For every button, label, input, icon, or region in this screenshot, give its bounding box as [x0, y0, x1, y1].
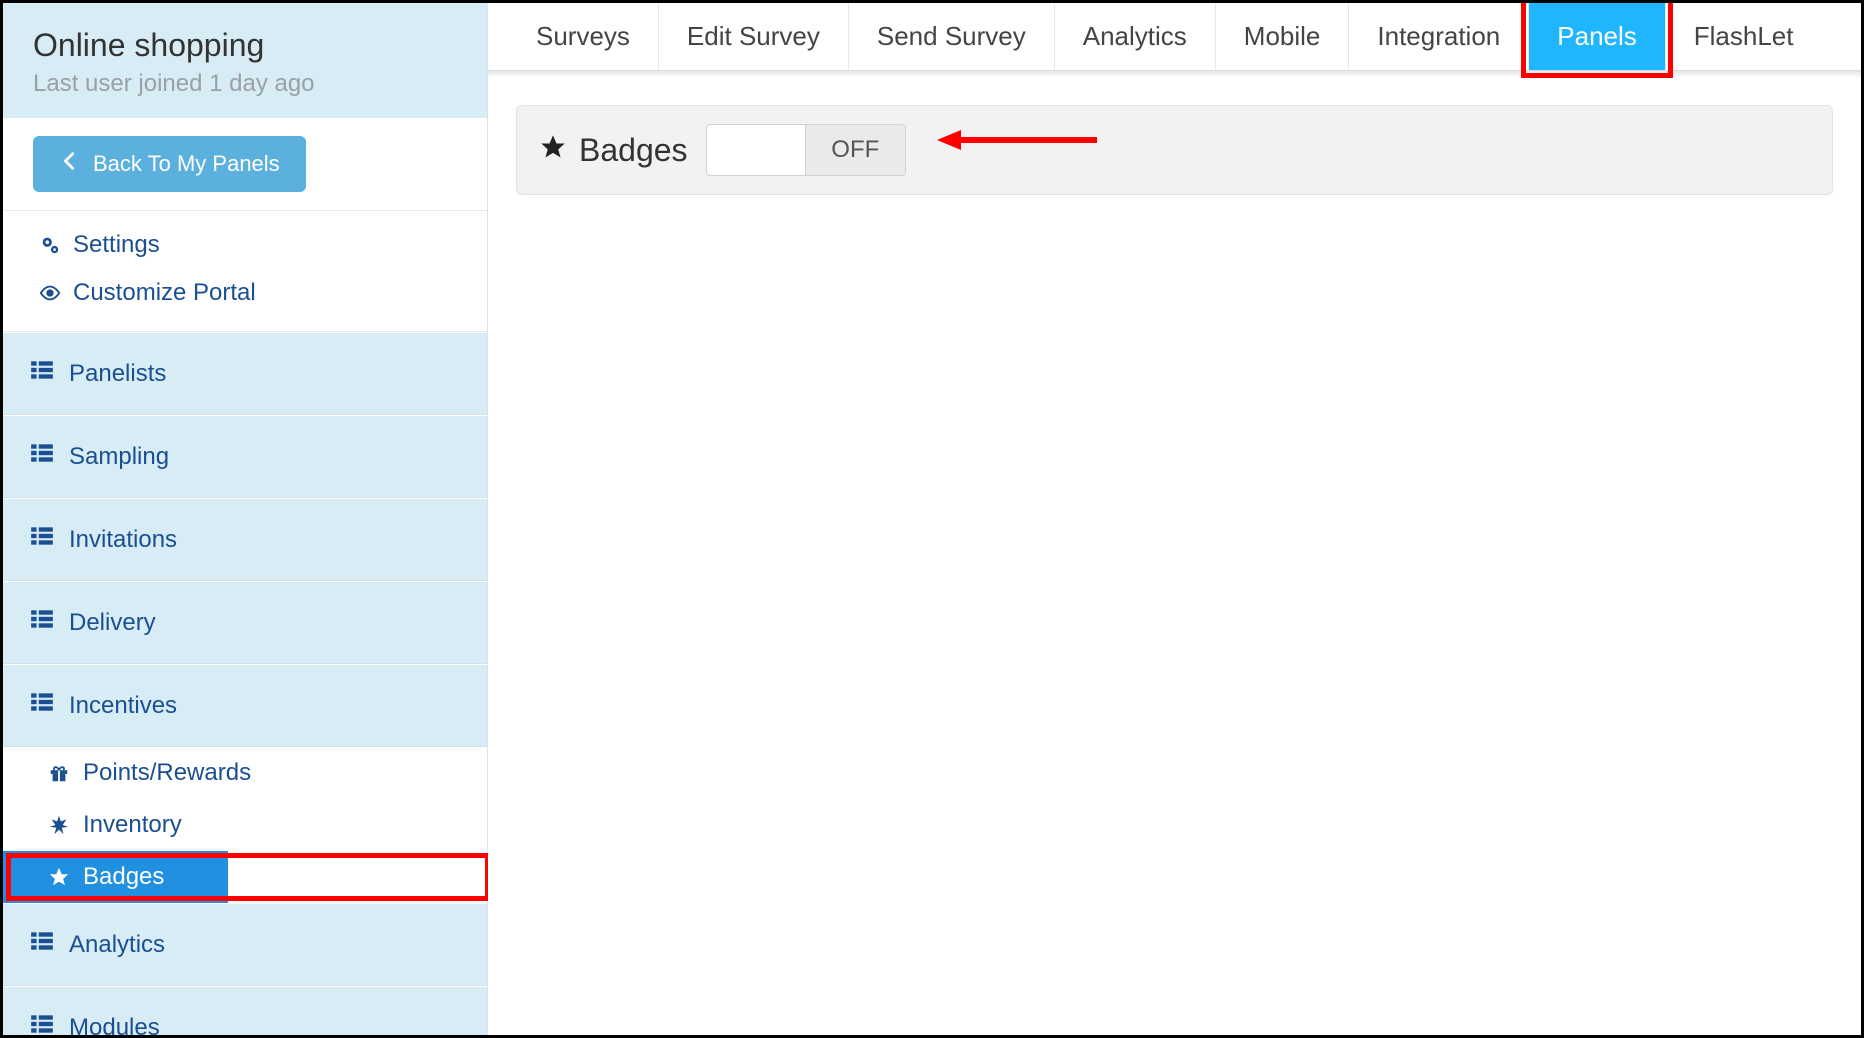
- list-icon: [29, 606, 55, 639]
- sidebar-sub-inventory[interactable]: Inventory: [3, 799, 487, 851]
- sidebar-group-sampling[interactable]: Sampling: [3, 415, 487, 498]
- burst-icon: [47, 814, 71, 836]
- customize-portal-label: Customize Portal: [73, 279, 256, 307]
- sidebar-group-analytics[interactable]: Analytics: [3, 903, 487, 986]
- list-icon: [29, 523, 55, 556]
- star-icon: [539, 132, 567, 169]
- list-icon: [29, 928, 55, 961]
- sidebar-group-panelists[interactable]: Panelists: [3, 332, 487, 415]
- toggle-off-label: OFF: [831, 136, 879, 164]
- back-to-panels-button[interactable]: Back To My Panels: [33, 136, 306, 192]
- sidebar-item-customize-portal[interactable]: Customize Portal: [3, 269, 487, 317]
- tab-integration[interactable]: Integration: [1349, 3, 1529, 70]
- top-tabs: Surveys Edit Survey Send Survey Analytic…: [488, 3, 1861, 71]
- tab-mobile[interactable]: Mobile: [1216, 3, 1350, 70]
- main: Surveys Edit Survey Send Survey Analytic…: [488, 3, 1861, 1035]
- tab-edit-survey[interactable]: Edit Survey: [659, 3, 849, 70]
- tab-panels[interactable]: Panels: [1529, 3, 1666, 70]
- tab-analytics[interactable]: Analytics: [1055, 3, 1216, 70]
- sidebar-group-modules[interactable]: Modules: [3, 986, 487, 1038]
- group-label: Invitations: [69, 526, 177, 554]
- sidebar-header: Online shopping Last user joined 1 day a…: [3, 3, 487, 118]
- group-label: Delivery: [69, 609, 156, 637]
- list-icon: [29, 689, 55, 722]
- tab-label: Send Survey: [877, 21, 1026, 52]
- back-button-row: Back To My Panels: [3, 118, 487, 211]
- tab-surveys[interactable]: Surveys: [508, 3, 659, 70]
- incentives-subnav: Points/Rewards Inventory Badges: [3, 747, 487, 903]
- star-icon: [47, 866, 71, 888]
- app-frame: Online shopping Last user joined 1 day a…: [0, 0, 1864, 1038]
- sub-label: Points/Rewards: [83, 759, 251, 787]
- panel-subtitle: Last user joined 1 day ago: [33, 70, 457, 98]
- toggle-on-half: [707, 125, 806, 175]
- group-label: Sampling: [69, 443, 169, 471]
- tab-flashlet[interactable]: FlashLet: [1666, 3, 1822, 70]
- tab-label: FlashLet: [1694, 21, 1794, 52]
- chevron-left-icon: [59, 150, 81, 178]
- back-button-label: Back To My Panels: [93, 151, 280, 177]
- badges-title: Badges: [539, 132, 688, 169]
- list-icon: [29, 1011, 55, 1038]
- group-label: Panelists: [69, 360, 166, 388]
- settings-label: Settings: [73, 231, 160, 259]
- badges-toggle[interactable]: OFF: [706, 124, 906, 176]
- tab-label: Panels: [1557, 21, 1637, 52]
- tab-label: Surveys: [536, 21, 630, 52]
- sidebar-item-settings[interactable]: Settings: [3, 221, 487, 269]
- tab-label: Integration: [1377, 21, 1500, 52]
- gears-icon: [37, 234, 63, 256]
- sidebar: Online shopping Last user joined 1 day a…: [3, 3, 488, 1035]
- group-label: Modules: [69, 1014, 160, 1038]
- sub-label: Badges: [83, 863, 164, 891]
- sidebar-group-delivery[interactable]: Delivery: [3, 581, 487, 664]
- sidebar-sub-badges-highlight: Badges: [3, 851, 487, 903]
- list-icon: [29, 440, 55, 473]
- content-area: Badges OFF: [488, 77, 1861, 223]
- sidebar-sub-badges[interactable]: Badges: [3, 851, 228, 903]
- tab-label: Mobile: [1244, 21, 1321, 52]
- eye-icon: [37, 282, 63, 304]
- tab-send-survey[interactable]: Send Survey: [849, 3, 1055, 70]
- sidebar-sub-points-rewards[interactable]: Points/Rewards: [3, 747, 487, 799]
- gift-icon: [47, 762, 71, 784]
- badges-panel-bar: Badges OFF: [516, 105, 1833, 195]
- sub-label: Inventory: [83, 811, 182, 839]
- tab-label: Analytics: [1083, 21, 1187, 52]
- group-label: Incentives: [69, 692, 177, 720]
- toggle-off-half: OFF: [805, 125, 905, 175]
- sidebar-group-invitations[interactable]: Invitations: [3, 498, 487, 581]
- settings-block: Settings Customize Portal: [3, 211, 487, 332]
- tab-label: Edit Survey: [687, 21, 820, 52]
- group-label: Analytics: [69, 931, 165, 959]
- list-icon: [29, 357, 55, 390]
- annotation-arrow-icon: [937, 120, 1107, 160]
- panel-name: Online shopping: [33, 27, 457, 64]
- badges-title-text: Badges: [579, 132, 688, 169]
- sidebar-group-incentives[interactable]: Incentives: [3, 664, 487, 747]
